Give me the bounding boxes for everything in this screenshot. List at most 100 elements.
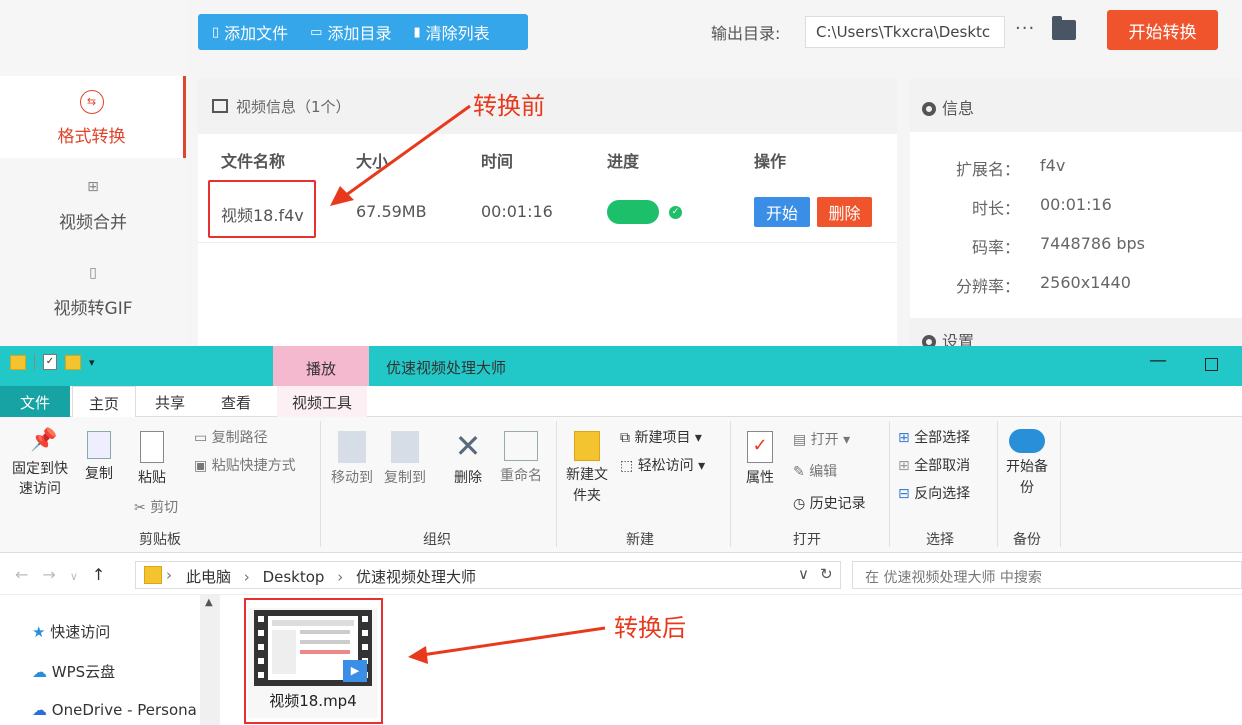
scroll-up-icon[interactable]: ▲ — [205, 597, 213, 608]
nav-wps-cloud[interactable]: ☁ WPS云盘 — [32, 661, 115, 682]
search-input[interactable]: 在 优速视频处理大师 中搜索 — [852, 561, 1242, 589]
tab-file[interactable]: 文件 — [0, 386, 70, 417]
breadcrumb-folder[interactable]: 优速视频处理大师 — [356, 568, 476, 586]
new-folder-button[interactable]: 新建文件夹 — [563, 431, 611, 507]
copy-to-button[interactable]: 复制到 — [381, 431, 429, 487]
select-none-button[interactable]: ⊞ 全部取消 — [898, 455, 970, 475]
easy-access-button[interactable]: ⬚ 轻松访问 ▾ — [620, 455, 705, 475]
explorer-titlebar: ✓ ▾ 播放 优速视频处理大师 — — [0, 346, 1242, 386]
edit-button[interactable]: ✎ 编辑 — [793, 461, 837, 481]
row-delete-button[interactable]: 删除 — [817, 197, 872, 227]
address-bar[interactable]: › 此电脑 › Desktop › 优速视频处理大师 ∨ ↻ — [135, 561, 841, 589]
open-button[interactable]: ▤ 打开 ▾ — [793, 429, 850, 449]
chevron-down-icon[interactable]: ∨ — [798, 565, 809, 583]
cut-button[interactable]: ✂ 剪切 — [134, 497, 178, 517]
tab-share[interactable]: 共享 — [140, 386, 200, 417]
ribbon-separator — [320, 421, 321, 547]
paste-button[interactable]: 粘贴 — [132, 431, 172, 487]
new-item-label: 新建项目 — [634, 430, 691, 446]
ribbon-separator — [556, 421, 557, 547]
backup-button[interactable]: 开始备份 — [1006, 429, 1048, 499]
select-all-button[interactable]: ⊞ 全部选择 — [898, 427, 970, 447]
info-key-bitrate: 码率： — [971, 238, 1020, 257]
tab-video-tools[interactable]: 视频工具 — [277, 386, 367, 417]
divider — [34, 354, 35, 370]
nav-wps-label: WPS云盘 — [51, 663, 116, 681]
open-folder-icon[interactable] — [1052, 16, 1076, 40]
add-file-button[interactable]: ▯ 添加文件 — [212, 20, 288, 44]
ribbon: 📌 固定到快速访问 复制 粘贴 ▭ 复制路径 ▣ 粘贴快捷方式 ✂ 剪切 剪贴板… — [0, 417, 1242, 553]
paste-shortcut-label: 粘贴快捷方式 — [211, 458, 296, 474]
properties-icon[interactable]: ✓ — [43, 354, 57, 370]
edit-label: 编辑 — [809, 464, 838, 480]
tab-play-context[interactable]: 播放 — [273, 346, 369, 386]
invert-label: 反向选择 — [914, 486, 971, 502]
pin-label: 固定到快速访问 — [12, 461, 68, 497]
format-convert-icon: ⇆ — [79, 90, 104, 114]
forward-icon[interactable]: → — [42, 565, 69, 584]
rename-button[interactable]: 重命名 — [495, 431, 547, 485]
group-new: 新建 — [626, 532, 654, 548]
copy-path-button[interactable]: ▭ 复制路径 — [194, 427, 268, 447]
more-icon[interactable]: ··· — [1015, 18, 1035, 39]
up-icon[interactable]: ↑ — [92, 565, 119, 584]
tab-view[interactable]: 查看 — [206, 386, 266, 417]
move-to-button[interactable]: 移动到 — [328, 431, 376, 487]
new-folder-icon — [574, 431, 600, 461]
history-button[interactable]: ◷ 历史记录 — [793, 493, 866, 513]
add-file-label: 添加文件 — [224, 24, 289, 43]
nav-quick-access[interactable]: ★ 快速访问 — [32, 621, 110, 642]
invert-selection-button[interactable]: ⊟ 反向选择 — [898, 483, 970, 503]
star-icon: ★ — [32, 623, 46, 641]
customize-qat-icon[interactable]: ▾ — [89, 356, 95, 369]
info-key-duration: 时长： — [971, 199, 1020, 218]
ribbon-separator — [889, 421, 890, 547]
nav-scrollbar[interactable]: ▲ — [200, 595, 220, 725]
cloud-upload-icon — [1009, 429, 1045, 453]
paste-shortcut-button[interactable]: ▣ 粘贴快捷方式 — [194, 455, 296, 475]
output-dir-field[interactable]: C:\Users\Tkxcra\Desktc — [805, 16, 1005, 48]
copy-button[interactable]: 复制 — [80, 431, 118, 483]
rename-label: 重命名 — [500, 468, 542, 484]
nav-video-merge[interactable]: ⊞ 视频合并 — [0, 176, 186, 236]
recent-icon[interactable]: ∨ — [70, 570, 92, 583]
nav-format-convert[interactable]: ⇆ 格式转换 — [0, 76, 186, 158]
info-panel: 信息 扩展名： f4v 时长： 00:01:16 码率： 7448786 bps… — [910, 78, 1242, 351]
clear-list-button[interactable]: ▮ 清除列表 — [413, 20, 489, 44]
properties-button[interactable]: ✓ 属性 — [740, 431, 780, 487]
delete-button[interactable]: ✕ 删除 — [448, 429, 488, 487]
new-folder-icon[interactable] — [65, 354, 81, 370]
nav-onedrive[interactable]: ☁ OneDrive - Persona — [32, 701, 197, 719]
copy-label: 复制 — [85, 466, 113, 482]
select-none-label: 全部取消 — [914, 458, 971, 474]
start-convert-button[interactable]: 开始转换 — [1107, 10, 1218, 50]
nav-video-gif[interactable]: ▯ 视频转GIF — [0, 262, 186, 322]
row-start-button[interactable]: 开始 — [754, 197, 810, 227]
refresh-icon[interactable]: ↻ — [820, 565, 833, 583]
new-folder-label: 新建文件夹 — [566, 467, 608, 504]
back-icon[interactable]: ← — [15, 565, 42, 584]
chevron-right-icon: › — [337, 568, 344, 586]
pin-icon: 📌 — [30, 428, 58, 453]
info-key-ext: 扩展名： — [955, 160, 1020, 179]
copy-icon — [87, 431, 111, 459]
select-none-icon: ⊞ — [898, 458, 910, 474]
file-explorer: ✓ ▾ 播放 优速视频处理大师 — 文件 主页 共享 查看 视频工具 📌 固定到… — [0, 346, 1242, 725]
breadcrumb-desktop[interactable]: Desktop — [263, 568, 325, 586]
folder-icon — [10, 354, 26, 370]
move-to-icon — [338, 431, 366, 463]
add-dir-button[interactable]: ▭ 添加目录 — [310, 20, 391, 44]
info-title: 信息 — [942, 99, 975, 118]
new-item-button[interactable]: ⧉ 新建项目 ▾ — [620, 427, 702, 447]
breadcrumb-this-pc[interactable]: 此电脑 — [186, 568, 231, 586]
select-all-icon: ⊞ — [898, 430, 910, 446]
move-to-label: 移动到 — [331, 470, 373, 486]
arrow-before-icon — [330, 104, 471, 206]
ribbon-separator — [730, 421, 731, 547]
minimize-icon[interactable]: — — [1149, 350, 1167, 371]
pin-quick-access-button[interactable]: 📌 固定到快速访问 — [6, 428, 74, 499]
easy-access-label: 轻松访问 — [637, 458, 694, 474]
file-toolbar: ▯ 添加文件 ▭ 添加目录 ▮ 清除列表 — [198, 14, 528, 50]
tab-home[interactable]: 主页 — [72, 386, 136, 418]
maximize-icon[interactable] — [1205, 358, 1218, 371]
